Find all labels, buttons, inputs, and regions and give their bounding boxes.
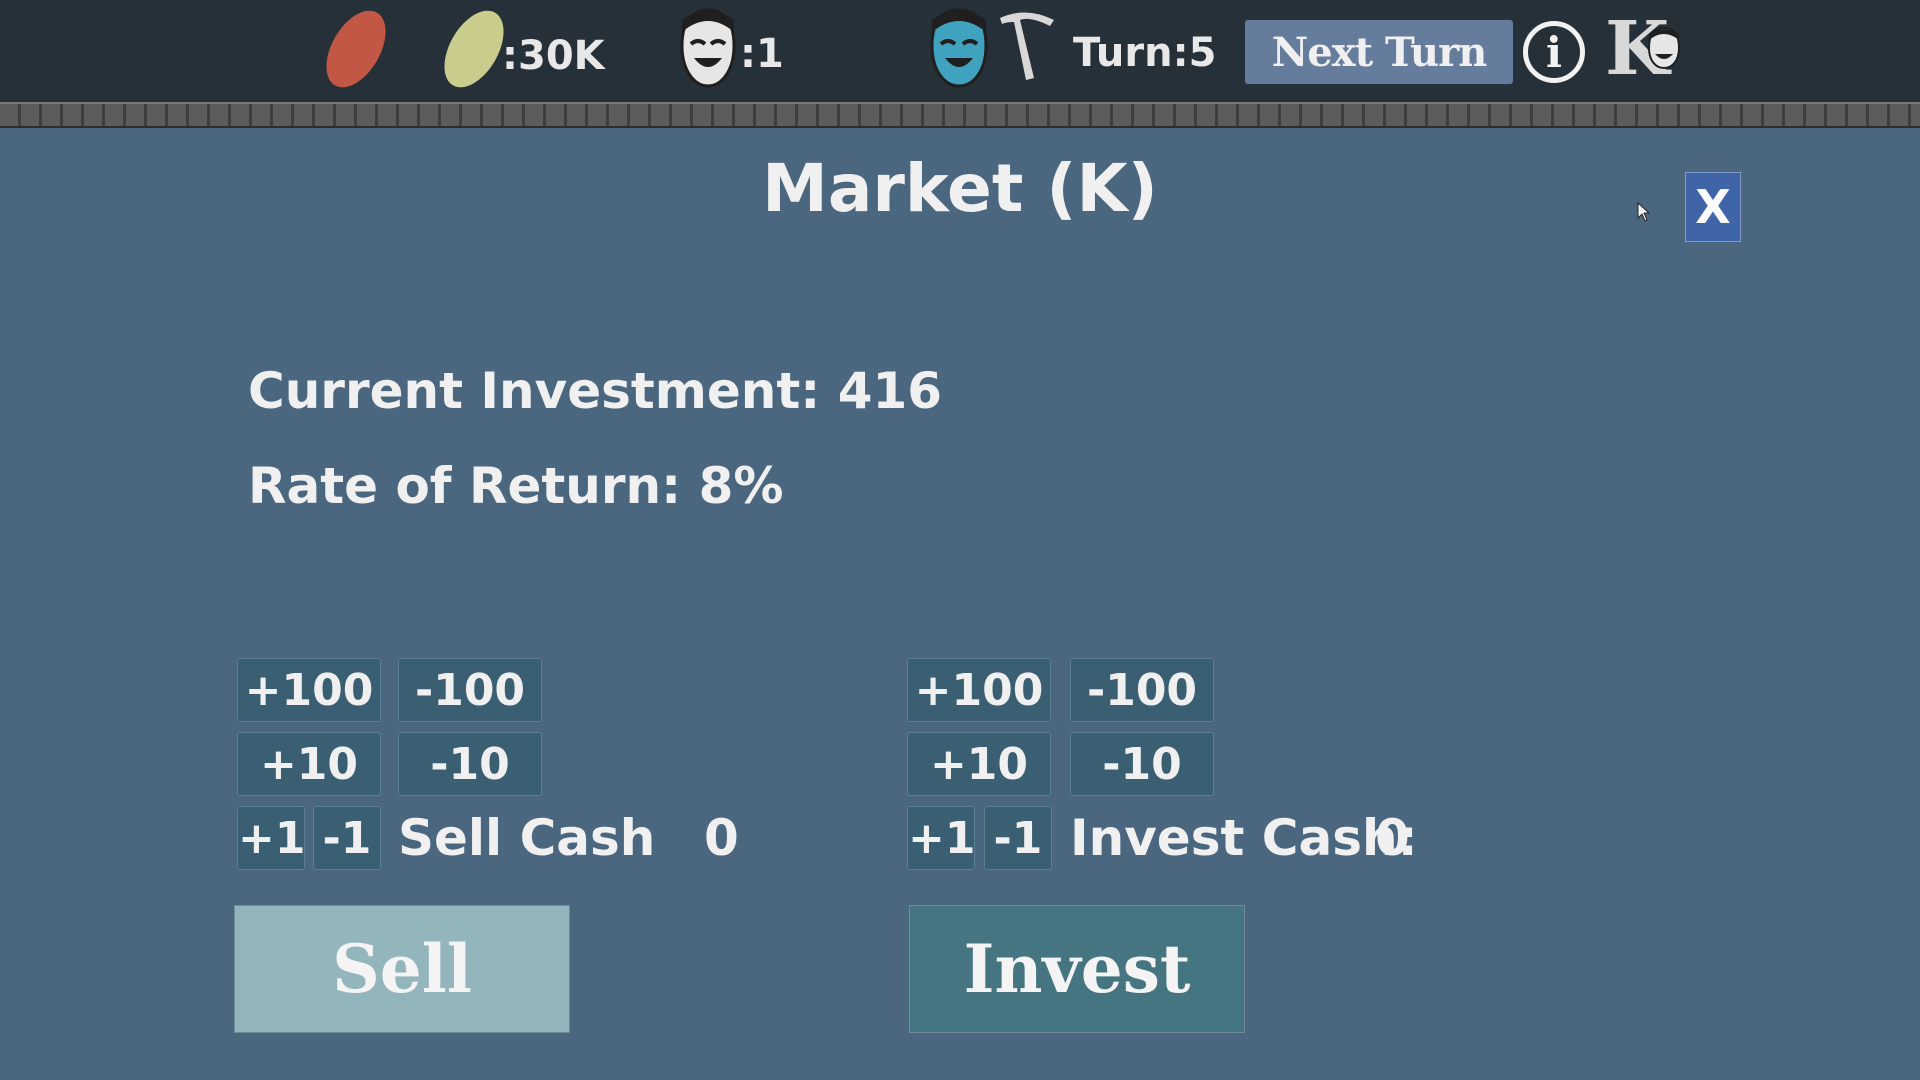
small-mask-icon xyxy=(1647,26,1681,70)
rate-of-return-label: Rate of Return: xyxy=(248,457,682,515)
gold-amount: :30K xyxy=(502,33,605,79)
info-icon: i xyxy=(1546,27,1562,77)
population-count: :1 xyxy=(740,31,784,77)
mouse-cursor-icon xyxy=(1637,202,1651,222)
sell-minus-1-button[interactable]: -1 xyxy=(313,806,381,870)
rate-of-return: Rate of Return: 8% xyxy=(248,457,783,515)
sell-plus-10-button[interactable]: +10 xyxy=(237,732,381,796)
turn-number: 5 xyxy=(1188,30,1217,76)
sell-cash-value: 0 xyxy=(704,809,739,867)
sell-minus-100-button[interactable]: -100 xyxy=(398,658,542,722)
sell-plus-1-button[interactable]: +1 xyxy=(237,806,305,870)
turn-label: Turn:5 xyxy=(1073,33,1216,73)
invest-minus-1-button[interactable]: -1 xyxy=(984,806,1052,870)
sell-plus-100-button[interactable]: +100 xyxy=(237,658,381,722)
next-turn-button[interactable]: Next Turn xyxy=(1245,20,1513,84)
invest-cash-label: Invest Cash: xyxy=(1070,809,1418,867)
king-shortcut-button[interactable]: K xyxy=(1605,12,1685,90)
yellow-seed-icon xyxy=(444,10,504,88)
invest-plus-100-button[interactable]: +100 xyxy=(907,658,1051,722)
current-investment: Current Investment: 416 xyxy=(248,362,942,420)
pickaxe-icon xyxy=(1000,12,1054,80)
current-investment-value: 416 xyxy=(837,362,943,420)
top-resource-bar: :30K :1 Turn:5 Next Turn i K xyxy=(0,0,1920,102)
sell-cash-label: Sell Cash xyxy=(398,809,656,867)
invest-plus-1-button[interactable]: +1 xyxy=(907,806,975,870)
invest-plus-10-button[interactable]: +10 xyxy=(907,732,1051,796)
invest-button[interactable]: Invest xyxy=(909,905,1245,1033)
blue-mask-icon xyxy=(930,8,988,88)
invest-minus-10-button[interactable]: -10 xyxy=(1070,732,1214,796)
rate-of-return-value: 8% xyxy=(698,457,784,515)
sell-minus-10-button[interactable]: -10 xyxy=(398,732,542,796)
close-button[interactable]: X xyxy=(1685,172,1741,242)
sell-button[interactable]: Sell xyxy=(234,905,570,1033)
info-button[interactable]: i xyxy=(1523,21,1585,83)
topbar-divider xyxy=(0,102,1920,128)
invest-minus-100-button[interactable]: -100 xyxy=(1070,658,1214,722)
page-title: Market (K) xyxy=(762,150,1158,227)
turn-label-text: Turn: xyxy=(1073,30,1189,76)
invest-cash-value: 0 xyxy=(1375,809,1410,867)
white-mask-icon xyxy=(680,8,736,88)
current-investment-label: Current Investment: xyxy=(248,362,821,420)
red-seed-icon xyxy=(326,10,386,88)
